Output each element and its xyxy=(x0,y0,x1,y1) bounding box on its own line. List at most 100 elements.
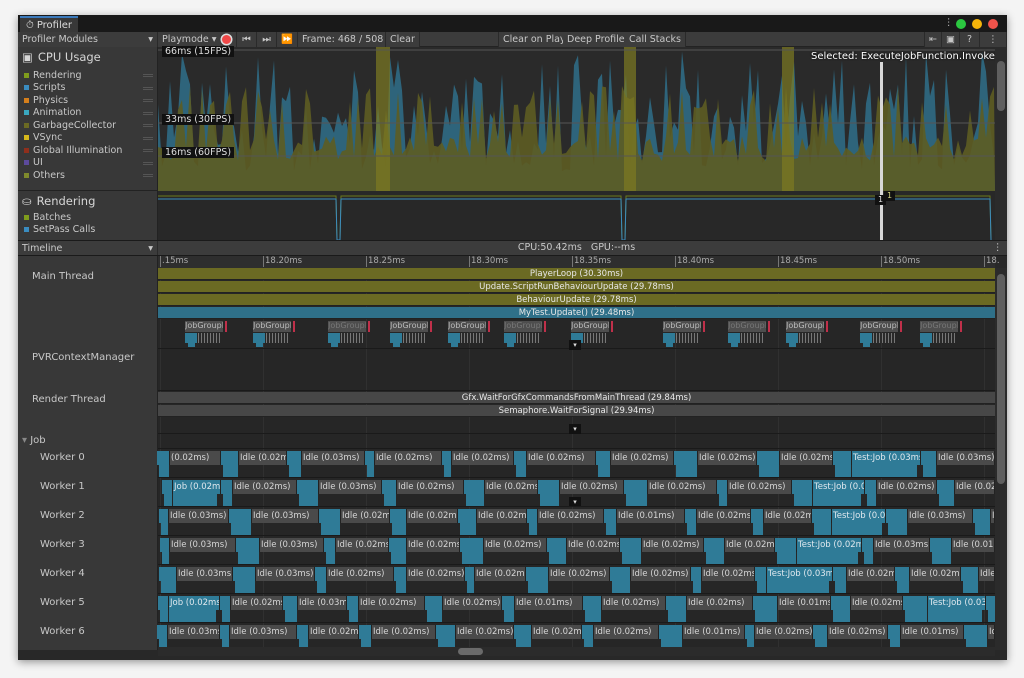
job-sub-sample[interactable] xyxy=(767,581,829,593)
idle-sample[interactable]: Idle (0.02ms) xyxy=(527,451,596,465)
job-sub-sample[interactable] xyxy=(549,552,566,564)
job-sample[interactable] xyxy=(921,451,937,465)
job-sub-sample[interactable] xyxy=(160,610,168,622)
idle-sample[interactable]: Idle (0.02ms) xyxy=(828,625,888,639)
worker-label[interactable]: Worker 5 xyxy=(40,597,85,608)
job-sample[interactable] xyxy=(283,596,298,610)
job-sub-sample[interactable] xyxy=(963,581,978,593)
legend-garbagecollector[interactable]: GarbageCollector xyxy=(24,119,116,132)
job-sample[interactable] xyxy=(359,625,372,639)
job-sample[interactable] xyxy=(436,625,456,639)
job-sub-sample[interactable] xyxy=(676,465,697,477)
job-sample[interactable] xyxy=(674,451,698,465)
idle-sample[interactable]: Idle (0.03ms) xyxy=(169,509,229,523)
job-sample[interactable] xyxy=(831,596,851,610)
job-sub-sample[interactable] xyxy=(888,523,907,535)
job-sample[interactable] xyxy=(745,625,755,639)
idle-sample[interactable]: Idle (0.03ms) xyxy=(908,509,973,523)
job-sample[interactable] xyxy=(236,538,260,552)
legend-rendering[interactable]: Rendering xyxy=(24,69,82,82)
job-sub-sample[interactable] xyxy=(777,552,796,564)
job-sample[interactable] xyxy=(502,596,515,610)
job-sample[interactable] xyxy=(833,567,847,581)
job-sub-sample[interactable] xyxy=(668,610,686,622)
profiler-modules-dropdown[interactable]: Profiler Modules ▾ xyxy=(18,32,158,47)
idle-sample[interactable]: Idle (0.02ms) xyxy=(687,596,753,610)
job-sub-sample[interactable] xyxy=(504,610,514,622)
legend-batches[interactable]: Batches xyxy=(24,211,71,224)
job-sample[interactable] xyxy=(464,480,485,494)
expand-render-thread-button[interactable]: ▾ xyxy=(569,424,581,434)
job-group-sample[interactable]: JobGroupID xyxy=(663,321,701,332)
idle-sample[interactable]: Idle (0.02ms) xyxy=(407,509,458,523)
legend-ui[interactable]: UI xyxy=(24,157,43,170)
idle-sample[interactable]: Idle (0.02ms) xyxy=(955,480,995,494)
worker-label[interactable]: Worker 2 xyxy=(40,510,85,521)
idle-sample[interactable]: Idle (0.03ms) xyxy=(256,567,315,581)
pvr-context-manager-label[interactable]: PVRContextManager xyxy=(32,352,134,363)
idle-sample[interactable]: Idle (0.03ms) xyxy=(937,451,995,465)
job-sample[interactable] xyxy=(458,509,477,523)
job-sample[interactable] xyxy=(895,567,910,581)
legend-global-illumination[interactable]: Global Illumination xyxy=(24,144,122,157)
job-sub-sample[interactable] xyxy=(427,610,442,622)
horizontal-scroll-thumb[interactable] xyxy=(458,648,483,655)
job-sample[interactable] xyxy=(319,509,341,523)
main-thread-sample[interactable]: PlayerLoop (30.30ms) xyxy=(158,268,995,280)
idle-sample[interactable]: Idle (0.02ms) xyxy=(549,567,610,581)
rendering-chart[interactable] xyxy=(158,191,995,240)
job-sub-sample[interactable] xyxy=(753,523,763,535)
main-thread-sample[interactable]: MyTest.Update() (29.48ms) xyxy=(158,307,995,319)
job-sample[interactable]: Test:Job (0.02ms) xyxy=(797,538,862,552)
job-sample[interactable] xyxy=(514,625,532,639)
job-sub-sample[interactable] xyxy=(794,494,812,506)
job-sample[interactable]: Test:Job (0.03ms) xyxy=(928,596,986,610)
job-sample[interactable] xyxy=(390,333,402,343)
job-sample[interactable] xyxy=(229,509,252,523)
job-sub-sample[interactable] xyxy=(835,465,851,477)
job-sub-sample[interactable] xyxy=(833,610,850,622)
timeline-horizontal-scrollbar[interactable] xyxy=(158,647,995,656)
job-sample[interactable] xyxy=(862,538,874,552)
job-sample[interactable] xyxy=(757,451,780,465)
job-sub-sample[interactable] xyxy=(612,581,630,593)
job-sample[interactable] xyxy=(527,509,538,523)
job-sample[interactable] xyxy=(865,480,877,494)
job-sub-sample[interactable] xyxy=(598,465,610,477)
idle-sample[interactable]: Idle (0.02ms) xyxy=(309,625,359,639)
job-sample[interactable] xyxy=(886,509,908,523)
timeline-menu-icon[interactable]: ⋮ xyxy=(993,242,1003,253)
job-sub-sample[interactable] xyxy=(719,494,727,506)
job-sample[interactable] xyxy=(157,451,170,465)
job-sub-sample[interactable] xyxy=(392,523,406,535)
minimize-button[interactable] xyxy=(972,19,982,29)
job-sample[interactable] xyxy=(448,333,460,343)
idle-sample[interactable]: Idle (0.02ms) xyxy=(372,625,436,639)
job-sub-sample[interactable] xyxy=(444,465,451,477)
job-sub-sample[interactable] xyxy=(317,581,326,593)
close-button[interactable] xyxy=(988,19,998,29)
deep-profile-button[interactable]: Deep Profile xyxy=(563,32,630,47)
worker-label[interactable]: Worker 4 xyxy=(40,568,85,579)
job-sample[interactable] xyxy=(287,451,302,465)
job-sample[interactable]: Job (0.02ms) xyxy=(169,596,220,610)
worker-label[interactable]: Worker 6 xyxy=(40,626,85,637)
drag-handle-icon[interactable] xyxy=(143,111,153,115)
record-button[interactable] xyxy=(217,32,237,47)
main-thread-sample[interactable]: Update.ScriptRunBehaviourUpdate (29.78ms… xyxy=(158,281,995,293)
job-sub-sample[interactable] xyxy=(852,465,917,477)
cpu-module-panel[interactable]: ▣ CPU Usage Rendering Scripts Physics Animat… xyxy=(18,47,158,191)
idle-sample[interactable]: Idle (0.02ms) xyxy=(648,480,717,494)
job-sample[interactable] xyxy=(604,509,617,523)
time-ruler[interactable]: .15ms 18.20ms 18.25ms 18.30ms 18.35ms 18.40ms… xyxy=(158,256,1000,268)
job-group-sample[interactable]: JobGroupID xyxy=(390,321,428,332)
job-sample[interactable] xyxy=(666,596,687,610)
idle-sample[interactable]: Idle (0.03ms) xyxy=(177,567,233,581)
view-dropdown[interactable]: Timeline ▾ xyxy=(18,241,158,255)
previous-frame-button[interactable]: ⏮ xyxy=(237,32,257,47)
job-sample[interactable]: Job (0.02ms) xyxy=(173,480,221,494)
job-sample[interactable] xyxy=(394,567,407,581)
job-sample[interactable] xyxy=(504,333,516,343)
job-sample[interactable] xyxy=(158,596,169,610)
idle-sample[interactable]: Idle (0.02ms) xyxy=(484,538,547,552)
